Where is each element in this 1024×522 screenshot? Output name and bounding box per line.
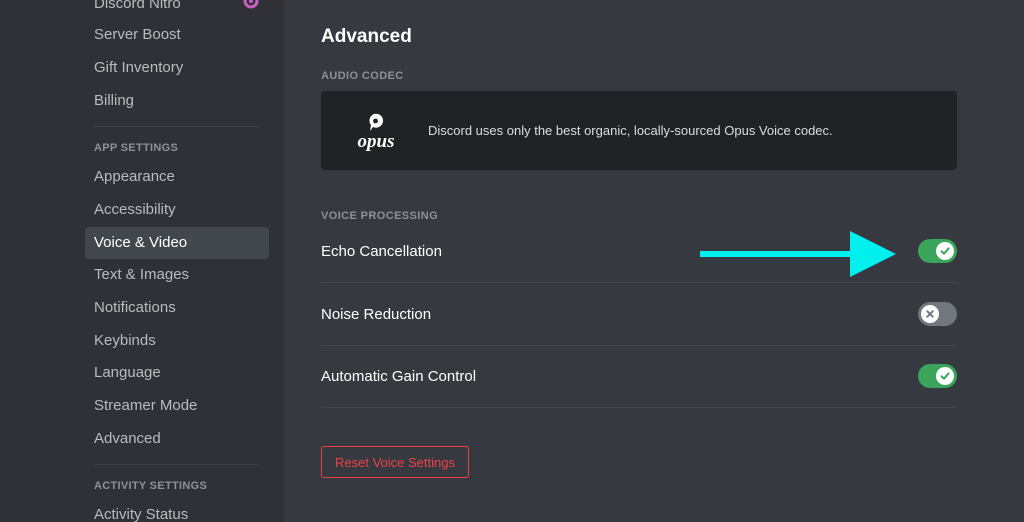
voice-processing-label: VOICE PROCESSING <box>321 210 439 222</box>
toggle-knob <box>936 367 954 385</box>
check-icon <box>940 247 950 255</box>
automatic-gain-control-label: Automatic Gain Control <box>321 368 477 385</box>
sidebar-item-label: Billing <box>94 92 135 109</box>
sidebar-item-billing[interactable]: Billing <box>85 85 269 117</box>
check-icon <box>940 372 950 380</box>
setting-divider <box>321 282 957 283</box>
sidebar-item-gift-inventory[interactable]: Gift Inventory <box>85 52 269 84</box>
sidebar-item-label: Appearance <box>94 168 175 185</box>
sidebar-item-appearance[interactable]: Appearance <box>85 161 269 193</box>
noise-reduction-toggle[interactable] <box>918 302 957 326</box>
sidebar-item-notifications[interactable]: Notifications <box>85 292 269 324</box>
opus-logo-text: opus <box>358 131 395 151</box>
audio-codec-label: AUDIO CODEC <box>321 70 404 82</box>
sidebar-item-label: Server Boost <box>94 26 181 43</box>
sidebar-item-label: Notifications <box>94 299 176 316</box>
annotation-arrow-icon <box>700 231 896 277</box>
sidebar-item-advanced[interactable]: Advanced <box>85 423 269 455</box>
sidebar-item-label: Language <box>94 364 161 381</box>
settings-content: Advanced AUDIO CODEC opus Discord uses o… <box>284 0 1024 522</box>
codec-description: Discord uses only the best organic, loca… <box>428 123 833 138</box>
sidebar-item-text-images[interactable]: Text & Images <box>85 259 269 291</box>
sidebar-item-voice-video[interactable]: Voice & Video <box>85 227 269 259</box>
sidebar-item-label: Advanced <box>94 430 161 447</box>
sidebar-item-label: Accessibility <box>94 201 176 218</box>
sidebar-item-accessibility[interactable]: Accessibility <box>85 194 269 226</box>
sidebar-section-header: ACTIVITY SETTINGS <box>94 480 208 492</box>
sidebar-item-label: Keybinds <box>94 332 156 349</box>
sidebar-divider <box>94 464 260 465</box>
page-title: Advanced <box>321 26 412 47</box>
reset-voice-settings-button[interactable]: Reset Voice Settings <box>321 446 469 478</box>
sidebar-section-header: APP SETTINGS <box>94 142 179 154</box>
toggle-knob <box>936 242 954 260</box>
sidebar-item-label: Gift Inventory <box>94 59 184 76</box>
sidebar-item-label: Text & Images <box>94 266 190 283</box>
automatic-gain-control-toggle[interactable] <box>918 364 957 388</box>
sidebar-item-activity-status[interactable]: Activity Status <box>85 499 269 522</box>
sidebar-item-label: Activity Status <box>94 506 189 522</box>
sidebar-item-streamer-mode[interactable]: Streamer Mode <box>85 390 269 422</box>
nitro-icon <box>243 0 259 9</box>
sidebar-item-label: Streamer Mode <box>94 397 198 414</box>
sidebar-item-label: Voice & Video <box>94 234 188 251</box>
sidebar-item-server-boost[interactable]: Server Boost <box>85 19 269 51</box>
sidebar-item-label: Discord Nitro <box>94 0 181 12</box>
audio-codec-card: opus Discord uses only the best organic,… <box>321 91 957 170</box>
setting-divider <box>321 345 957 346</box>
echo-cancellation-label: Echo Cancellation <box>321 243 442 260</box>
sidebar-divider <box>94 126 260 127</box>
echo-cancellation-toggle[interactable] <box>918 239 957 263</box>
toggle-knob <box>921 305 939 323</box>
settings-sidebar: Discord Nitro Server Boost Gift Inventor… <box>0 0 284 522</box>
opus-logo: opus <box>358 113 395 151</box>
sidebar-item-language[interactable]: Language <box>85 357 269 389</box>
noise-reduction-label: Noise Reduction <box>321 306 432 323</box>
setting-divider <box>321 407 957 408</box>
close-icon <box>926 310 934 318</box>
sidebar-item-keybinds[interactable]: Keybinds <box>85 325 269 357</box>
